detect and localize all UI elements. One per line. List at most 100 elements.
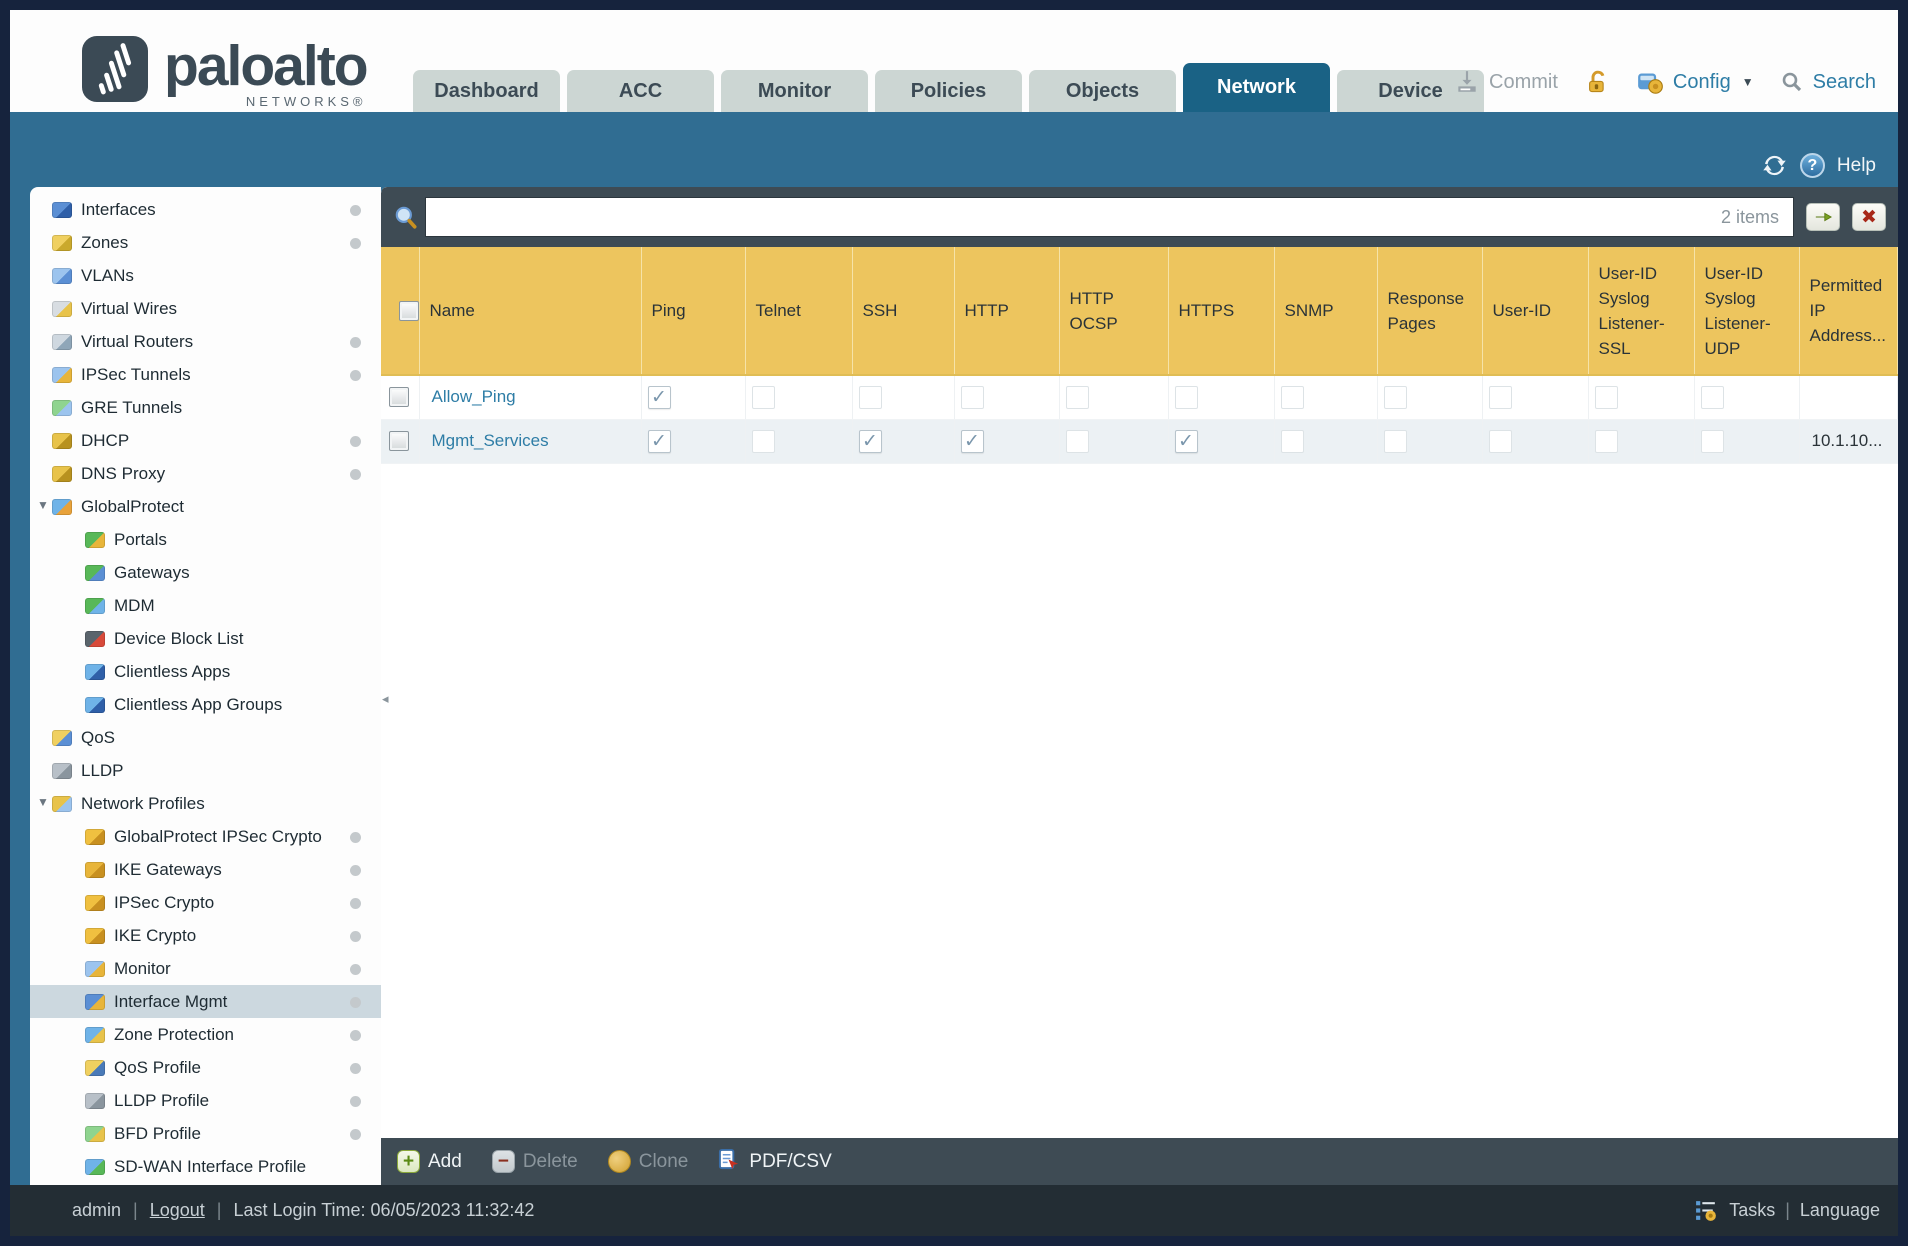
response-pages-check [1383, 385, 1407, 409]
sidebar-item-bfd-profile[interactable]: BFD Profile [30, 1117, 381, 1150]
http-check: ✓ [960, 429, 984, 453]
tab-policies[interactable]: Policies [875, 70, 1022, 112]
search-icon[interactable] [1780, 70, 1804, 94]
row-select-checkbox[interactable] [389, 431, 409, 451]
column-header-permitted-ip-address[interactable]: Permitted IP Address... [1799, 247, 1898, 376]
column-header-response-pages[interactable]: Response Pages [1377, 247, 1483, 376]
expander-icon[interactable]: ▼ [37, 498, 49, 512]
sidebar-item-label: LLDP [81, 760, 124, 780]
logout-link[interactable]: Logout [150, 1200, 205, 1221]
sidebar-item-qos[interactable]: QoS [30, 721, 381, 754]
row-select-checkbox[interactable] [389, 387, 409, 408]
config-icon[interactable] [1637, 69, 1664, 96]
add-button[interactable]: + Add [397, 1150, 462, 1173]
vlans-icon [52, 267, 72, 284]
user-id-check [1488, 385, 1512, 409]
items-count: 2 items [1720, 206, 1779, 227]
commit-button[interactable]: Commit [1489, 71, 1558, 94]
sidebar-item-dns-proxy[interactable]: DNS Proxy [30, 457, 381, 490]
delete-button[interactable]: − Delete [491, 1150, 578, 1173]
sidebar-item-label: Device Block List [114, 628, 244, 648]
tab-network[interactable]: Network [1183, 63, 1330, 112]
config-button[interactable]: Config [1673, 71, 1731, 94]
sidebar-item-lldp[interactable]: LLDP [30, 754, 381, 787]
tab-acc[interactable]: ACC [567, 70, 714, 112]
status-dot [350, 1129, 361, 1140]
apply-filter-button[interactable] [1806, 203, 1840, 231]
sidebar-item-interfaces[interactable]: Interfaces [30, 193, 381, 226]
sidebar-item-monitor[interactable]: Monitor [30, 952, 381, 985]
sidebar-item-gateways[interactable]: Gateways [30, 556, 381, 589]
status-dot [350, 865, 361, 876]
ipsec-tunnels-icon [52, 366, 72, 383]
column-header-telnet[interactable]: Telnet [745, 247, 853, 376]
tab-objects[interactable]: Objects [1029, 70, 1176, 112]
sidebar-item-dhcp[interactable]: DHCP [30, 424, 381, 457]
status-dot [350, 898, 361, 909]
network-profiles-icon [52, 795, 72, 812]
clone-button[interactable]: Clone [607, 1150, 688, 1173]
help-button[interactable]: Help [1837, 155, 1876, 177]
column-header-name[interactable]: Name [419, 247, 642, 376]
sidebar-item-label: GlobalProtect IPSec Crypto [114, 826, 322, 846]
pdf-csv-button[interactable]: PDF/CSV [718, 1148, 832, 1176]
tasks-icon[interactable] [1694, 1198, 1719, 1223]
language-button[interactable]: Language [1800, 1200, 1880, 1221]
column-header-http[interactable]: HTTP [954, 247, 1060, 376]
sidebar-item-network-profiles[interactable]: ▼ Network Profiles [30, 787, 381, 820]
sidebar-item-ipsec-crypto[interactable]: IPSec Crypto [30, 886, 381, 919]
unlock-icon[interactable] [1584, 69, 1611, 96]
expander-icon[interactable]: ▼ [37, 795, 49, 809]
column-header-user-id-syslog-listener-ssl[interactable]: User-ID Syslog Listener-SSL [1588, 247, 1695, 376]
sidebar-item-zone-protection[interactable]: Zone Protection [30, 1018, 381, 1051]
sidebar-item-interface-mgmt[interactable]: Interface Mgmt [30, 985, 381, 1018]
sidebar-item-gre-tunnels[interactable]: GRE Tunnels [30, 391, 381, 424]
column-header-user-id-syslog-listener-udp[interactable]: User-ID Syslog Listener-UDP [1694, 247, 1800, 376]
tab-monitor[interactable]: Monitor [721, 70, 868, 112]
sidebar-item-ipsec-tunnels[interactable]: IPSec Tunnels [30, 358, 381, 391]
column-header-snmp[interactable]: SNMP [1274, 247, 1378, 376]
column-header-http-ocsp[interactable]: HTTP OCSP [1059, 247, 1169, 376]
column-header-user-id[interactable]: User-ID [1482, 247, 1589, 376]
tasks-button[interactable]: Tasks [1729, 1200, 1775, 1221]
config-caret-icon[interactable]: ▼ [1742, 75, 1754, 89]
sidebar-collapse-handle[interactable]: ◂ [382, 687, 394, 711]
search-button[interactable]: Search [1813, 71, 1876, 94]
sidebar-item-globalprotect-ipsec-crypto[interactable]: GlobalProtect IPSec Crypto [30, 820, 381, 853]
sidebar-item-label: DHCP [81, 430, 130, 450]
select-all-checkbox[interactable] [399, 300, 419, 321]
clear-filter-button[interactable]: ✖ [1852, 203, 1886, 231]
filter-input[interactable] [426, 200, 1721, 234]
sidebar-item-label: Gateways [114, 562, 190, 582]
sidebar-item-device-block-list[interactable]: Device Block List [30, 622, 381, 655]
commit-icon[interactable] [1454, 69, 1480, 95]
table-row: Mgmt_Services ✓ ✓ ✓ ✓ 10.1.10... [381, 419, 1898, 464]
user-id-syslog-listener-udp-check [1700, 429, 1724, 453]
sidebar-item-clientless-apps[interactable]: Clientless Apps [30, 655, 381, 688]
sidebar-item-globalprotect[interactable]: ▼ GlobalProtect [30, 490, 381, 523]
sidebar-item-zones[interactable]: Zones [30, 226, 381, 259]
column-header-https[interactable]: HTTPS [1168, 247, 1275, 376]
sidebar-item-virtual-wires[interactable]: Virtual Wires [30, 292, 381, 325]
help-icon[interactable]: ? [1799, 153, 1825, 178]
row-name-link[interactable]: Allow_Ping [420, 387, 516, 406]
tab-dashboard[interactable]: Dashboard [413, 70, 560, 112]
column-header-ssh[interactable]: SSH [852, 247, 955, 376]
sidebar-item-qos-profile[interactable]: QoS Profile [30, 1051, 381, 1084]
sidebar-item-virtual-routers[interactable]: Virtual Routers [30, 325, 381, 358]
sidebar-item-ike-gateways[interactable]: IKE Gateways [30, 853, 381, 886]
sidebar-item-lldp-profile[interactable]: LLDP Profile [30, 1084, 381, 1117]
sidebar-item-sd-wan-interface-profile[interactable]: SD-WAN Interface Profile [30, 1150, 381, 1183]
sidebar-item-label: Clientless App Groups [114, 694, 283, 714]
sidebar-item-label: GRE Tunnels [81, 397, 183, 417]
column-header-ping[interactable]: Ping [641, 247, 746, 376]
refresh-icon[interactable] [1761, 152, 1788, 179]
main-body: Interfaces Zones VLANs Virtual Wires Virtual… [10, 187, 1898, 1185]
sidebar-item-clientless-app-groups[interactable]: Clientless App Groups [30, 688, 381, 721]
sidebar-item-ike-crypto[interactable]: IKE Crypto [30, 919, 381, 952]
clear-x-icon: ✖ [1861, 206, 1877, 228]
sidebar-item-vlans[interactable]: VLANs [30, 259, 381, 292]
row-name-link[interactable]: Mgmt_Services [420, 431, 549, 450]
sidebar-item-portals[interactable]: Portals [30, 523, 381, 556]
sidebar-item-mdm[interactable]: MDM [30, 589, 381, 622]
